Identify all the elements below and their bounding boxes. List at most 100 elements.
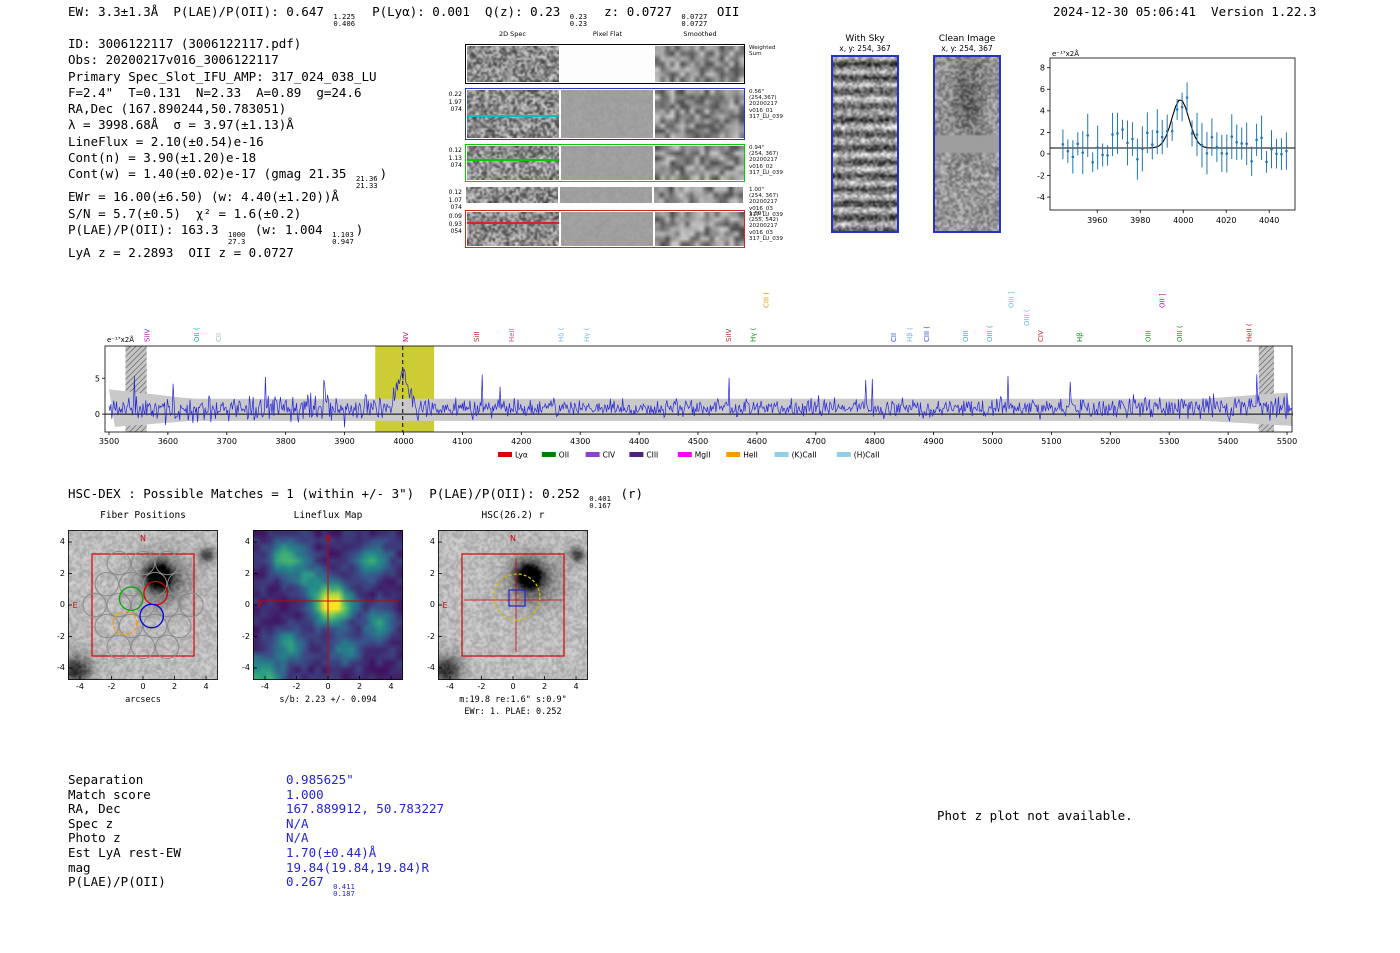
y-tick-label: 0 xyxy=(95,410,100,419)
match-value: 0.267 0.411 0.187 xyxy=(286,874,355,899)
stacked-uncertainty: 1.103 0.947 xyxy=(332,229,354,246)
x-tick-label: 4400 xyxy=(629,437,649,446)
legend-swatch xyxy=(677,452,692,457)
x-tick-label: 4300 xyxy=(570,437,590,446)
emission-line-label: NV xyxy=(402,332,410,342)
data-point xyxy=(1280,152,1283,156)
x-tick-label: 3960 xyxy=(1087,216,1107,225)
elixer-report-page: EW: 3.3±1.3Å P(LAE)/P(OII): 0.647 1.225 0… xyxy=(0,0,1400,953)
inset-y-axis-label: e⁻¹⁷x2Å xyxy=(1052,49,1079,58)
cutout-plot: NE xyxy=(253,530,403,680)
emission-line-label: Hβ xyxy=(1076,332,1084,342)
fiber-circle xyxy=(155,634,180,660)
y-tick-label: -2 xyxy=(427,631,435,641)
spec2d-row xyxy=(465,144,745,182)
clean-image-title: Clean Image xyxy=(938,34,996,44)
match-row: Est LyA rest-EW 1.70(±0.44)Å xyxy=(68,845,376,860)
info-line: EWr = 16.00(±6.50) (w: 4.40(±1.20))Å xyxy=(68,189,339,205)
report-timestamp-version: 2024-12-30 05:06:41 Version 1.22.3 xyxy=(1053,4,1317,19)
match-row: Spec z N/A xyxy=(68,816,309,831)
fiber-circle xyxy=(167,613,192,639)
x-tick-label: 4 xyxy=(573,682,579,691)
cutout2d-col-title: 2D Spec xyxy=(498,30,527,38)
x-tick-label: 4700 xyxy=(806,437,826,446)
spec2d-strip xyxy=(467,46,559,82)
data-point xyxy=(1260,136,1263,140)
data-point xyxy=(1131,137,1134,141)
emission-line-label: OIII ( xyxy=(1176,325,1184,342)
x-tick-label: 4000 xyxy=(1173,216,1193,225)
data-point xyxy=(1250,160,1253,163)
x-tick-label: 3800 xyxy=(276,437,296,446)
cutout-panel-lineflux: Lineflux MapNE-4-2024-4-2024s/b: 2.23 +/… xyxy=(242,510,403,730)
emission-line-label: OIII ( xyxy=(1023,309,1031,326)
info-line: Cont(n) = 3.90(±1.20)e-18 xyxy=(68,150,257,166)
stacked-uncertainty: 0.411 0.187 xyxy=(333,882,355,899)
spectrum-y-axis-label: e⁻¹⁷x2Å xyxy=(107,335,134,344)
y-tick-label: 6 xyxy=(1040,85,1045,94)
x-tick-label: 4 xyxy=(203,682,209,691)
spec2d-row xyxy=(465,44,745,84)
spec2d-strip xyxy=(467,146,559,180)
spec2d-row-left-labels: 0.22 1.97 074 xyxy=(448,91,462,114)
y-tick-label: -4 xyxy=(57,663,65,672)
emission-line-label: CIV xyxy=(1037,330,1045,342)
y-tick-label: 2 xyxy=(1040,128,1045,137)
data-point xyxy=(1240,142,1244,145)
info-line: LineFlux = 2.10(±0.54)e-16 xyxy=(68,133,264,149)
cutout-box xyxy=(438,530,588,680)
y-tick-label: 0 xyxy=(429,600,435,609)
spec2d-row-right-labels: 0.56" (254,367) 20200217 v016_01 317_LU_… xyxy=(749,89,783,120)
fiber-circle xyxy=(118,571,144,597)
data-point xyxy=(1091,160,1094,164)
x-tick-label: 5100 xyxy=(1041,437,1061,446)
cutout-caption: m:19.8 re:1.6" s:0.9" xyxy=(459,695,567,705)
cutout-xlabel: arcsecs xyxy=(125,695,161,705)
cutout2d-col-title: Pixel Flat xyxy=(592,30,623,38)
y-tick-label: 8 xyxy=(1040,64,1045,73)
catalog-position-box xyxy=(508,589,526,607)
fiber-circle xyxy=(179,592,204,618)
fiber-circle xyxy=(155,550,180,576)
match-value: 19.84(19.84,19.84)R xyxy=(286,859,429,875)
spec2d-row-right-labels: Weighted Sum xyxy=(749,45,776,58)
cutout-title: HSC(26.2) r xyxy=(481,510,545,521)
match-row: Match score 1.000 xyxy=(68,787,324,802)
y-tick-label: 0 xyxy=(59,600,65,609)
with-sky-panel: With Sky x, y: 254, 367 xyxy=(829,34,901,233)
match-row: Photo z N/A xyxy=(68,830,309,845)
x-tick-label: 3600 xyxy=(158,437,178,446)
fiber-circle xyxy=(106,634,131,660)
pixelflat-strip xyxy=(560,187,652,203)
data-point xyxy=(1210,135,1214,139)
with-sky-title: With Sky xyxy=(845,34,885,44)
data-point xyxy=(1265,160,1268,164)
legend-label: OII xyxy=(559,451,569,460)
spec2d-row-left-labels: 0.12 1.07 074 xyxy=(448,189,462,212)
y-tick-label: 5 xyxy=(95,374,100,383)
info-line: LyA z = 2.2893 OII z = 0.0727 xyxy=(68,244,294,260)
pixelflat-strip xyxy=(561,46,653,82)
data-point xyxy=(1121,128,1124,131)
legend-label: CIV xyxy=(603,451,616,460)
cutout-caption: s/b: 2.23 +/- 0.094 xyxy=(279,695,377,705)
spec2d-row-right-labels: 0.94" (254, 367) 20200217 v016_02 317_LU… xyxy=(749,145,783,176)
legend-swatch xyxy=(585,452,600,457)
data-point xyxy=(1146,131,1149,135)
legend-swatch xyxy=(774,452,789,457)
data-point xyxy=(1255,138,1258,142)
x-tick-label: 3980 xyxy=(1130,216,1150,225)
y-tick-label: 4 xyxy=(59,537,65,546)
x-tick-label: 5400 xyxy=(1218,437,1238,446)
match-label: P(LAE)/P(OII) xyxy=(68,874,166,890)
emission-row-marker xyxy=(467,222,559,224)
emission-line-label: Hγ ( xyxy=(583,327,591,342)
fiber-overlay: NE xyxy=(68,530,218,680)
emission-line-label: HeII ( xyxy=(1246,323,1254,342)
smoothed-strip xyxy=(655,146,744,180)
y-tick-label: -2 xyxy=(1037,171,1045,180)
hsc-match-summary: HSC-DEX : Possible Matches = 1 (within +… xyxy=(68,486,644,510)
info-line: λ = 3998.68Å σ = 3.97(±1.13)Å xyxy=(68,117,294,133)
cutout-panel-hsc: HSC(26.2) r N E -4 -2 0 2 4 -4 -2 0 2 4 m:19.8 re:1.6… xyxy=(427,510,588,730)
stacked-uncertainty: 0.401 0.167 xyxy=(589,494,611,510)
